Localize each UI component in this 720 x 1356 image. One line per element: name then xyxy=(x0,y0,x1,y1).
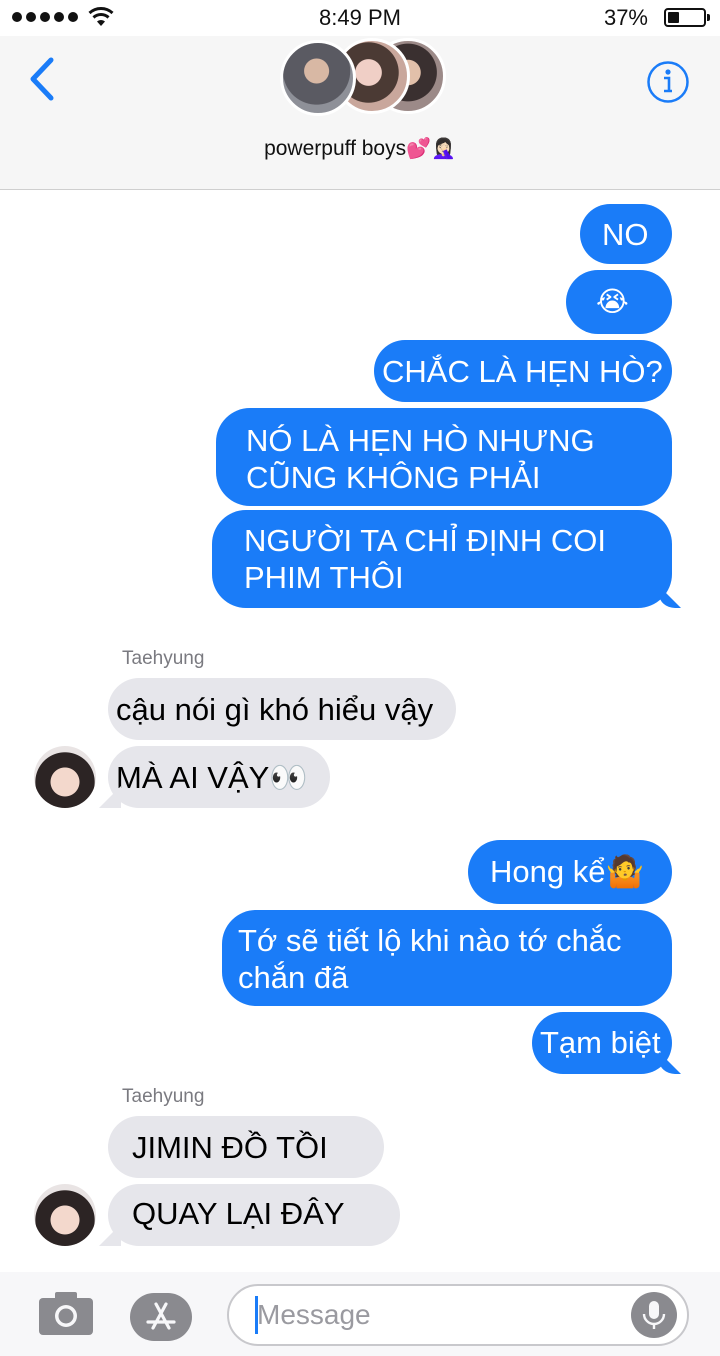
app-store-icon[interactable] xyxy=(130,1293,192,1341)
camera-icon[interactable] xyxy=(38,1290,94,1336)
message-input-bar xyxy=(0,1272,720,1356)
message-bubble-outgoing[interactable]: 😭 xyxy=(566,270,672,334)
battery-icon xyxy=(664,8,710,27)
chevron-left-icon[interactable] xyxy=(26,56,56,102)
group-name-text: powerpuff boys xyxy=(264,137,407,160)
message-input[interactable] xyxy=(227,1284,689,1346)
microphone-icon[interactable] xyxy=(631,1292,677,1338)
message-bubble-outgoing[interactable]: NGƯỜI TA CHỈ ĐỊNH COI PHIM THÔI xyxy=(212,510,672,608)
message-bubble-outgoing[interactable]: Tạm biệt xyxy=(532,1012,672,1074)
message-bubble-outgoing[interactable]: CHẮC LÀ HẸN HÒ? xyxy=(374,340,672,402)
message-bubble-incoming[interactable]: cậu nói gì khó hiểu vậy xyxy=(108,678,456,740)
group-name-emoji: 💕🤦🏻‍♀️ xyxy=(406,138,456,160)
sender-name: Taehyung xyxy=(122,648,205,669)
message-bubble-outgoing[interactable]: NO xyxy=(580,204,672,264)
conversation-header: powerpuff boys💕🤦🏻‍♀️ xyxy=(0,36,720,190)
info-icon[interactable] xyxy=(646,60,690,104)
message-bubble-outgoing[interactable]: Hong kể🤷 xyxy=(468,840,672,904)
group-avatars[interactable] xyxy=(278,36,448,118)
group-name[interactable]: powerpuff boys💕🤦🏻‍♀️ xyxy=(0,136,720,161)
message-bubble-outgoing[interactable]: NÓ LÀ HẸN HÒ NHƯNG CŨNG KHÔNG PHẢI xyxy=(216,408,672,506)
message-text-field[interactable] xyxy=(257,1294,617,1336)
message-bubble-incoming[interactable]: JIMIN ĐỒ TỒI xyxy=(108,1116,384,1178)
message-bubble-incoming[interactable]: MÀ AI VẬY👀 xyxy=(108,746,330,808)
avatar[interactable] xyxy=(34,1184,96,1246)
battery-percent: 37% xyxy=(603,5,648,30)
message-bubble-incoming[interactable]: QUAY LẠI ĐÂY xyxy=(108,1184,400,1246)
status-bar: 8:49 PM 37% xyxy=(0,0,720,36)
avatar[interactable] xyxy=(34,746,96,808)
message-bubble-outgoing[interactable]: Tớ sẽ tiết lộ khi nào tớ chắc chắn đã xyxy=(222,910,672,1006)
avatar xyxy=(280,40,356,116)
sender-name: Taehyung xyxy=(122,1086,205,1107)
